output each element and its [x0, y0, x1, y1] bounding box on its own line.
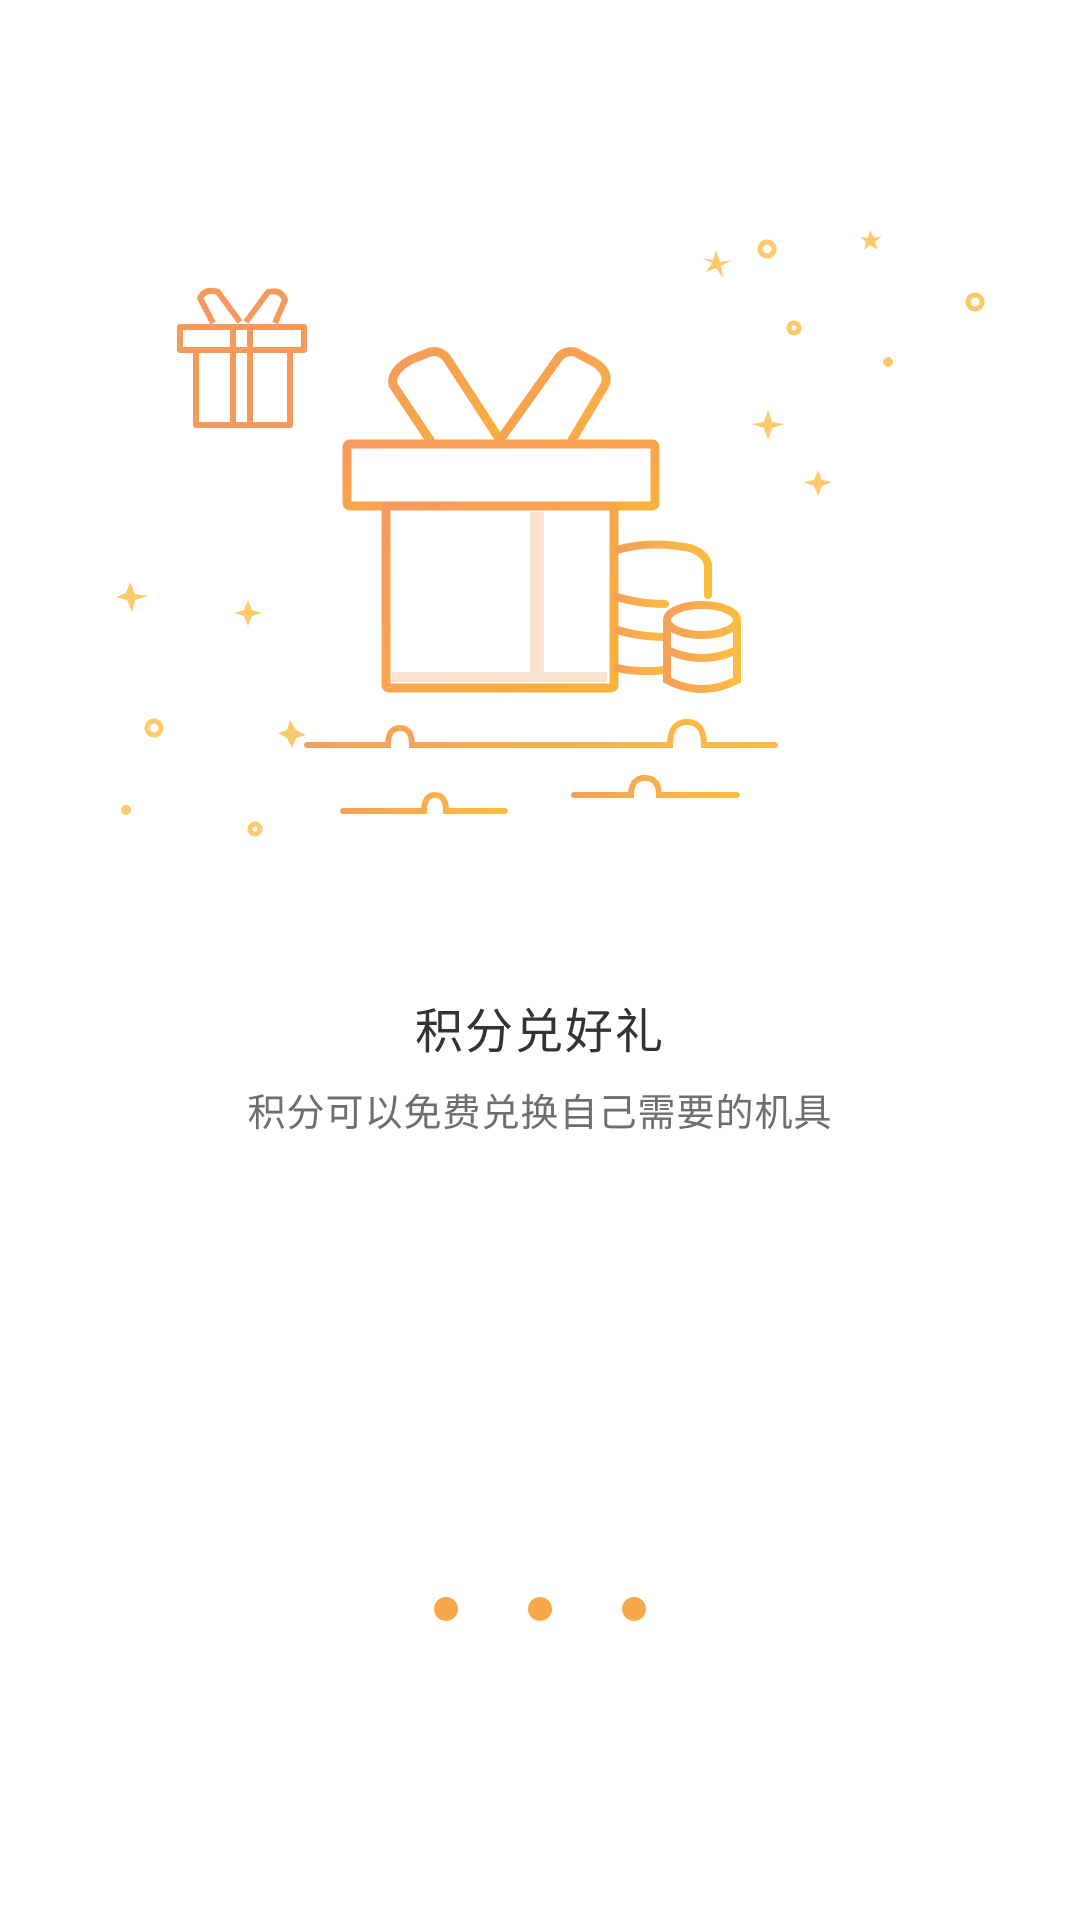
gift-illustration [0, 0, 1080, 900]
page-dot-1[interactable] [434, 1597, 458, 1621]
page-dot-3[interactable] [622, 1597, 646, 1621]
small-gift-icon [177, 287, 307, 428]
ground-lines [304, 718, 778, 873]
page-indicator [0, 1597, 1080, 1621]
page-title: 积分兑好礼 [414, 1004, 665, 1060]
coin-stack-icon [613, 540, 741, 693]
page-dot-2[interactable] [528, 1597, 552, 1621]
page-subtitle: 积分可以免费兑换自己需要的机具 [247, 1091, 833, 1135]
large-gift-icon [342, 347, 660, 693]
